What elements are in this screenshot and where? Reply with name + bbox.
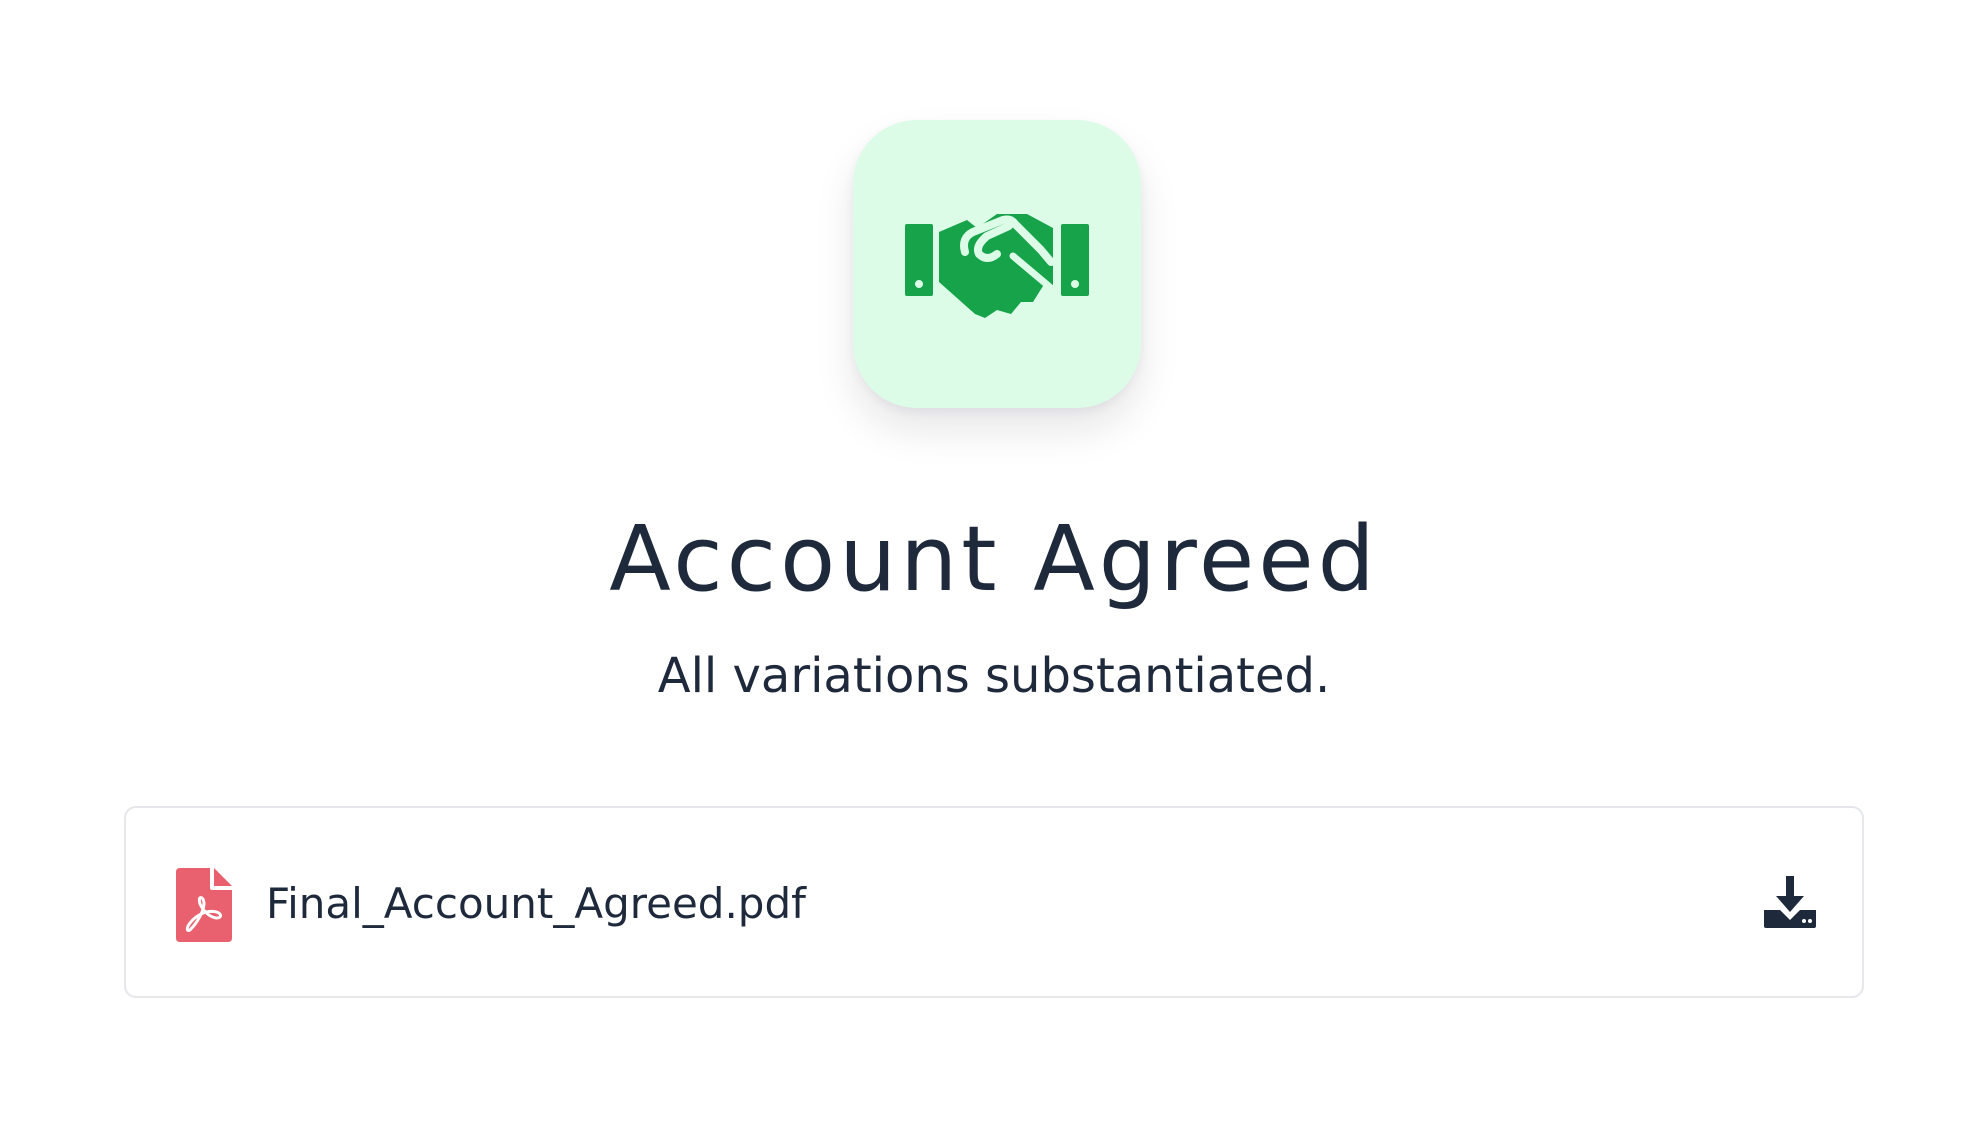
page-subtitle: All variations substantiated. (657, 648, 1331, 704)
pdf-file-icon (176, 868, 232, 942)
attachment-file-name[interactable]: Final_Account_Agreed.pdf (266, 874, 806, 934)
download-icon[interactable] (1764, 876, 1816, 928)
attachment-card[interactable]: Final_Account_Agreed.pdf (124, 806, 1864, 998)
success-icon-tile (853, 120, 1141, 408)
handshake-icon (905, 214, 1089, 318)
page-title: Account Agreed (609, 507, 1379, 612)
